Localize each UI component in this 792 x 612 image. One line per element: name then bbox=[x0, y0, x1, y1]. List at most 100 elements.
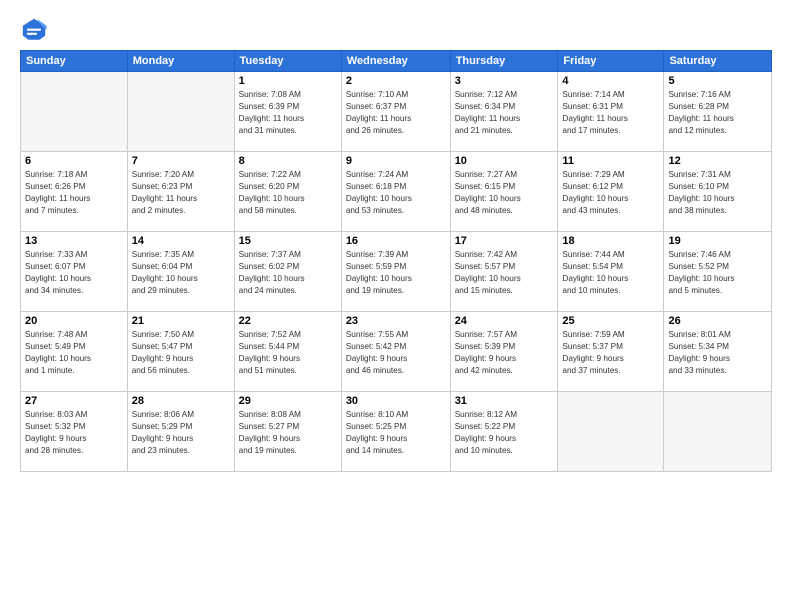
calendar-week: 1 Sunrise: 7:08 AM Sunset: 6:39 PM Daylig… bbox=[21, 72, 772, 152]
calendar-cell: 14 Sunrise: 7:35 AM Sunset: 6:04 PM Dayli… bbox=[127, 232, 234, 312]
calendar-header: SundayMondayTuesdayWednesdayThursdayFrid… bbox=[21, 51, 772, 72]
calendar-cell: 9 Sunrise: 7:24 AM Sunset: 6:18 PM Daylig… bbox=[341, 152, 450, 232]
day-number: 2 bbox=[346, 75, 446, 87]
day-info: Sunrise: 7:50 AM Sunset: 5:47 PM Dayligh… bbox=[132, 329, 230, 377]
calendar-cell: 16 Sunrise: 7:39 AM Sunset: 5:59 PM Dayli… bbox=[341, 232, 450, 312]
day-number: 4 bbox=[562, 75, 659, 87]
day-number: 14 bbox=[132, 235, 230, 247]
day-info: Sunrise: 8:10 AM Sunset: 5:25 PM Dayligh… bbox=[346, 409, 446, 457]
calendar-week: 6 Sunrise: 7:18 AM Sunset: 6:26 PM Daylig… bbox=[21, 152, 772, 232]
calendar-body: 1 Sunrise: 7:08 AM Sunset: 6:39 PM Daylig… bbox=[21, 72, 772, 472]
calendar-cell: 4 Sunrise: 7:14 AM Sunset: 6:31 PM Daylig… bbox=[558, 72, 664, 152]
day-info: Sunrise: 7:14 AM Sunset: 6:31 PM Dayligh… bbox=[562, 89, 659, 137]
day-number: 30 bbox=[346, 395, 446, 407]
calendar-week: 27 Sunrise: 8:03 AM Sunset: 5:32 PM Dayli… bbox=[21, 392, 772, 472]
calendar-cell: 11Sunrise: 7:29 AM Sunset: 6:12 PM Dayli… bbox=[558, 152, 664, 232]
day-number: 23 bbox=[346, 315, 446, 327]
calendar-cell: 5 Sunrise: 7:16 AM Sunset: 6:28 PM Daylig… bbox=[664, 72, 772, 152]
day-info: Sunrise: 7:52 AM Sunset: 5:44 PM Dayligh… bbox=[239, 329, 337, 377]
page-container: SundayMondayTuesdayWednesdayThursdayFrid… bbox=[0, 0, 792, 482]
day-info: Sunrise: 7:39 AM Sunset: 5:59 PM Dayligh… bbox=[346, 249, 446, 297]
calendar-cell bbox=[558, 392, 664, 472]
day-number: 16 bbox=[346, 235, 446, 247]
day-number: 22 bbox=[239, 315, 337, 327]
day-number: 31 bbox=[455, 395, 554, 407]
calendar-cell: 15 Sunrise: 7:37 AM Sunset: 6:02 PM Dayli… bbox=[234, 232, 341, 312]
day-info: Sunrise: 7:35 AM Sunset: 6:04 PM Dayligh… bbox=[132, 249, 230, 297]
day-number: 28 bbox=[132, 395, 230, 407]
day-info: Sunrise: 7:29 AM Sunset: 6:12 PM Dayligh… bbox=[562, 169, 659, 217]
weekday-header: Tuesday bbox=[234, 51, 341, 72]
calendar-cell: 1 Sunrise: 7:08 AM Sunset: 6:39 PM Daylig… bbox=[234, 72, 341, 152]
day-number: 21 bbox=[132, 315, 230, 327]
calendar-cell: 6 Sunrise: 7:18 AM Sunset: 6:26 PM Daylig… bbox=[21, 152, 128, 232]
calendar-cell: 25Sunrise: 7:59 AM Sunset: 5:37 PM Dayli… bbox=[558, 312, 664, 392]
day-info: Sunrise: 7:08 AM Sunset: 6:39 PM Dayligh… bbox=[239, 89, 337, 137]
day-info: Sunrise: 8:03 AM Sunset: 5:32 PM Dayligh… bbox=[25, 409, 123, 457]
day-number: 9 bbox=[346, 155, 446, 167]
day-info: Sunrise: 7:10 AM Sunset: 6:37 PM Dayligh… bbox=[346, 89, 446, 137]
day-number: 26 bbox=[668, 315, 767, 327]
calendar-cell: 2 Sunrise: 7:10 AM Sunset: 6:37 PM Daylig… bbox=[341, 72, 450, 152]
day-number: 29 bbox=[239, 395, 337, 407]
header bbox=[20, 16, 772, 44]
day-number: 5 bbox=[668, 75, 767, 87]
calendar-cell: 13 Sunrise: 7:33 AM Sunset: 6:07 PM Dayli… bbox=[21, 232, 128, 312]
day-info: Sunrise: 7:42 AM Sunset: 5:57 PM Dayligh… bbox=[455, 249, 554, 297]
calendar-cell: 26 Sunrise: 8:01 AM Sunset: 5:34 PM Dayli… bbox=[664, 312, 772, 392]
day-info: Sunrise: 8:08 AM Sunset: 5:27 PM Dayligh… bbox=[239, 409, 337, 457]
day-info: Sunrise: 7:57 AM Sunset: 5:39 PM Dayligh… bbox=[455, 329, 554, 377]
calendar-week: 20 Sunrise: 7:48 AM Sunset: 5:49 PM Dayli… bbox=[21, 312, 772, 392]
day-number: 18 bbox=[562, 235, 659, 247]
day-number: 20 bbox=[25, 315, 123, 327]
day-info: Sunrise: 7:31 AM Sunset: 6:10 PM Dayligh… bbox=[668, 169, 767, 217]
calendar-cell: 29 Sunrise: 8:08 AM Sunset: 5:27 PM Dayli… bbox=[234, 392, 341, 472]
calendar-cell: 20 Sunrise: 7:48 AM Sunset: 5:49 PM Dayli… bbox=[21, 312, 128, 392]
day-info: Sunrise: 7:24 AM Sunset: 6:18 PM Dayligh… bbox=[346, 169, 446, 217]
calendar-week: 13 Sunrise: 7:33 AM Sunset: 6:07 PM Dayli… bbox=[21, 232, 772, 312]
calendar-cell: 17 Sunrise: 7:42 AM Sunset: 5:57 PM Dayli… bbox=[450, 232, 558, 312]
day-info: Sunrise: 7:18 AM Sunset: 6:26 PM Dayligh… bbox=[25, 169, 123, 217]
day-info: Sunrise: 7:33 AM Sunset: 6:07 PM Dayligh… bbox=[25, 249, 123, 297]
weekday-header: Sunday bbox=[21, 51, 128, 72]
day-number: 6 bbox=[25, 155, 123, 167]
day-number: 17 bbox=[455, 235, 554, 247]
calendar-cell bbox=[664, 392, 772, 472]
day-info: Sunrise: 8:01 AM Sunset: 5:34 PM Dayligh… bbox=[668, 329, 767, 377]
day-number: 27 bbox=[25, 395, 123, 407]
calendar-cell: 31 Sunrise: 8:12 AM Sunset: 5:22 PM Dayli… bbox=[450, 392, 558, 472]
calendar-cell: 10Sunrise: 7:27 AM Sunset: 6:15 PM Dayli… bbox=[450, 152, 558, 232]
day-info: Sunrise: 7:16 AM Sunset: 6:28 PM Dayligh… bbox=[668, 89, 767, 137]
day-info: Sunrise: 7:12 AM Sunset: 6:34 PM Dayligh… bbox=[455, 89, 554, 137]
day-number: 1 bbox=[239, 75, 337, 87]
header-row: SundayMondayTuesdayWednesdayThursdayFrid… bbox=[21, 51, 772, 72]
calendar-cell: 8Sunrise: 7:22 AM Sunset: 6:20 PM Daylig… bbox=[234, 152, 341, 232]
calendar-cell: 3 Sunrise: 7:12 AM Sunset: 6:34 PM Daylig… bbox=[450, 72, 558, 152]
day-number: 13 bbox=[25, 235, 123, 247]
weekday-header: Saturday bbox=[664, 51, 772, 72]
weekday-header: Wednesday bbox=[341, 51, 450, 72]
day-number: 8 bbox=[239, 155, 337, 167]
day-number: 19 bbox=[668, 235, 767, 247]
day-number: 7 bbox=[132, 155, 230, 167]
calendar-cell: 21 Sunrise: 7:50 AM Sunset: 5:47 PM Dayli… bbox=[127, 312, 234, 392]
day-info: Sunrise: 8:12 AM Sunset: 5:22 PM Dayligh… bbox=[455, 409, 554, 457]
day-info: Sunrise: 7:20 AM Sunset: 6:23 PM Dayligh… bbox=[132, 169, 230, 217]
day-number: 25 bbox=[562, 315, 659, 327]
calendar-cell bbox=[127, 72, 234, 152]
day-info: Sunrise: 7:55 AM Sunset: 5:42 PM Dayligh… bbox=[346, 329, 446, 377]
calendar-cell: 18Sunrise: 7:44 AM Sunset: 5:54 PM Dayli… bbox=[558, 232, 664, 312]
day-info: Sunrise: 8:06 AM Sunset: 5:29 PM Dayligh… bbox=[132, 409, 230, 457]
calendar-cell: 22 Sunrise: 7:52 AM Sunset: 5:44 PM Dayli… bbox=[234, 312, 341, 392]
calendar-cell: 7 Sunrise: 7:20 AM Sunset: 6:23 PM Daylig… bbox=[127, 152, 234, 232]
calendar-cell: 12Sunrise: 7:31 AM Sunset: 6:10 PM Dayli… bbox=[664, 152, 772, 232]
day-info: Sunrise: 7:37 AM Sunset: 6:02 PM Dayligh… bbox=[239, 249, 337, 297]
calendar-cell: 23 Sunrise: 7:55 AM Sunset: 5:42 PM Dayli… bbox=[341, 312, 450, 392]
calendar-cell: 24Sunrise: 7:57 AM Sunset: 5:39 PM Dayli… bbox=[450, 312, 558, 392]
calendar-table: SundayMondayTuesdayWednesdayThursdayFrid… bbox=[20, 50, 772, 472]
day-info: Sunrise: 7:48 AM Sunset: 5:49 PM Dayligh… bbox=[25, 329, 123, 377]
calendar-cell: 19Sunrise: 7:46 AM Sunset: 5:52 PM Dayli… bbox=[664, 232, 772, 312]
day-number: 15 bbox=[239, 235, 337, 247]
day-number: 3 bbox=[455, 75, 554, 87]
weekday-header: Monday bbox=[127, 51, 234, 72]
